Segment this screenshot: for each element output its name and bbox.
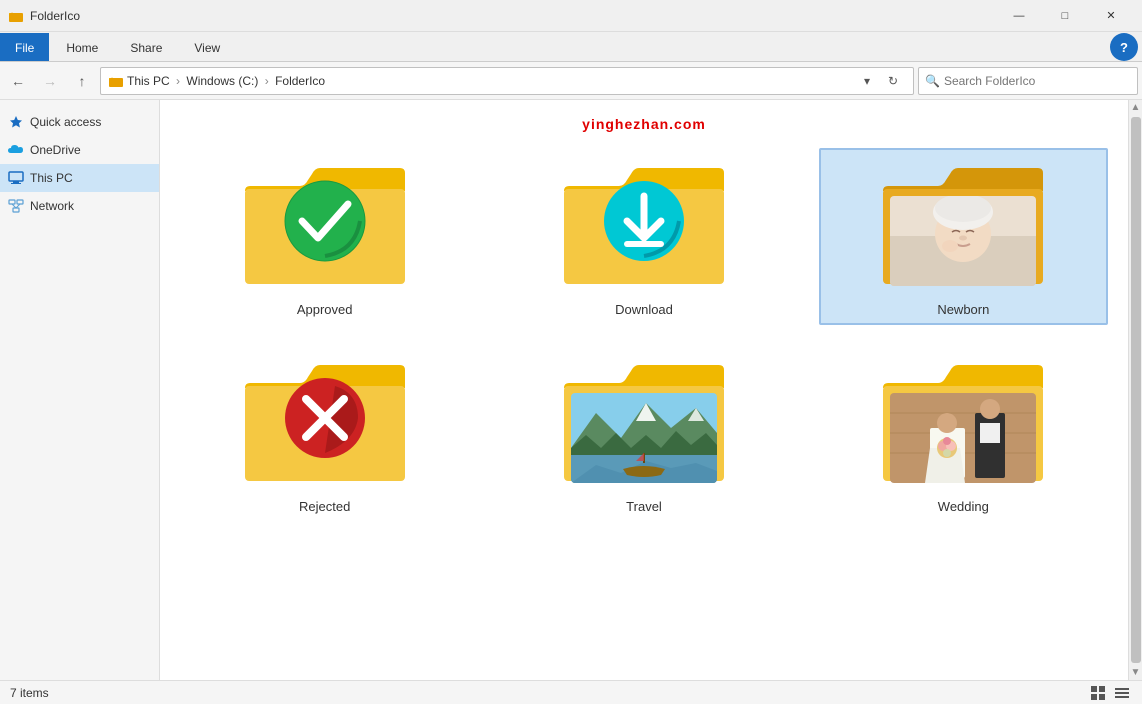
sidebar-item-label: Network bbox=[30, 199, 74, 213]
back-button[interactable]: ← bbox=[4, 67, 32, 95]
folder-label-wedding: Wedding bbox=[938, 499, 989, 514]
app-small-icon bbox=[8, 8, 24, 24]
details-view-button[interactable] bbox=[1112, 683, 1132, 703]
refresh-button[interactable]: ↻ bbox=[881, 69, 905, 93]
maximize-button[interactable]: □ bbox=[1042, 0, 1088, 32]
large-icons-view-button[interactable] bbox=[1088, 683, 1108, 703]
network-icon bbox=[8, 198, 24, 214]
search-box[interactable]: 🔍 bbox=[918, 67, 1138, 95]
folder-label-approved: Approved bbox=[297, 302, 353, 317]
breadcrumb-folder-icon bbox=[109, 74, 123, 88]
scrollbar-track[interactable]: ▲ ▼ bbox=[1128, 100, 1142, 680]
sidebar-item-onedrive[interactable]: OneDrive bbox=[0, 136, 159, 164]
toolbar: ← → ↑ This PC › Windows (C:) › FolderIco… bbox=[0, 62, 1142, 100]
address-bar-actions: ▾ ↻ bbox=[855, 69, 905, 93]
content-area: yinghezhan.com bbox=[160, 100, 1128, 680]
title-bar-icons bbox=[8, 8, 24, 24]
status-bar: 7 items bbox=[0, 680, 1142, 704]
tab-view[interactable]: View bbox=[179, 33, 235, 61]
monitor-icon bbox=[8, 170, 24, 186]
address-bar[interactable]: This PC › Windows (C:) › FolderIco ▾ ↻ bbox=[100, 67, 914, 95]
folder-rejected[interactable]: Rejected bbox=[180, 345, 469, 522]
folder-grid: Approved bbox=[180, 140, 1108, 530]
folder-approved[interactable]: Approved bbox=[180, 148, 469, 325]
minimize-button[interactable]: — bbox=[996, 0, 1042, 32]
folder-label-newborn: Newborn bbox=[937, 302, 989, 317]
folder-download-icon bbox=[559, 156, 729, 296]
download-circle-icon bbox=[599, 176, 689, 266]
search-icon: 🔍 bbox=[925, 74, 940, 88]
travel-photo bbox=[571, 393, 717, 483]
folder-label-travel: Travel bbox=[626, 499, 662, 514]
view-controls bbox=[1088, 683, 1132, 703]
sidebar-item-label: This PC bbox=[30, 171, 73, 185]
sidebar-item-this-pc[interactable]: This PC bbox=[0, 164, 159, 192]
sidebar-item-quick-access[interactable]: Quick access bbox=[0, 108, 159, 136]
folder-wedding[interactable]: Wedding bbox=[819, 345, 1108, 522]
folder-newborn[interactable]: Newborn bbox=[819, 148, 1108, 325]
item-count: 7 items bbox=[10, 686, 49, 700]
tab-share[interactable]: Share bbox=[115, 33, 177, 61]
breadcrumb: This PC › Windows (C:) › FolderIco bbox=[127, 74, 325, 88]
xmark-circle-icon bbox=[280, 373, 370, 463]
folder-download[interactable]: Download bbox=[499, 148, 788, 325]
search-input[interactable] bbox=[944, 74, 1131, 88]
close-button[interactable]: ✕ bbox=[1088, 0, 1134, 32]
cloud-icon bbox=[8, 142, 24, 158]
address-dropdown-button[interactable]: ▾ bbox=[855, 69, 879, 93]
help-button[interactable]: ? bbox=[1110, 33, 1138, 61]
title-bar: FolderIco — □ ✕ bbox=[0, 0, 1142, 32]
tab-home[interactable]: Home bbox=[51, 33, 113, 61]
folder-travel[interactable]: Travel bbox=[499, 345, 788, 522]
wedding-photo bbox=[890, 393, 1036, 483]
star-icon bbox=[8, 114, 24, 130]
forward-button[interactable]: → bbox=[36, 67, 64, 95]
folder-wedding-icon bbox=[878, 353, 1048, 493]
scroll-thumb[interactable] bbox=[1131, 117, 1141, 663]
checkmark-circle-icon bbox=[280, 176, 370, 266]
title-bar-text: FolderIco bbox=[30, 9, 990, 23]
folder-label-download: Download bbox=[615, 302, 673, 317]
folder-travel-icon bbox=[559, 353, 729, 493]
sidebar-item-label: Quick access bbox=[30, 115, 101, 129]
folder-approved-icon bbox=[240, 156, 410, 296]
newborn-photo bbox=[890, 196, 1036, 286]
scroll-up-button[interactable]: ▲ bbox=[1131, 102, 1141, 113]
sidebar: Quick access OneDrive This PC bbox=[0, 100, 160, 680]
watermark: yinghezhan.com bbox=[180, 116, 1108, 132]
sidebar-item-network[interactable]: Network bbox=[0, 192, 159, 220]
folder-label-rejected: Rejected bbox=[299, 499, 350, 514]
up-button[interactable]: ↑ bbox=[68, 67, 96, 95]
sidebar-item-label: OneDrive bbox=[30, 143, 81, 157]
title-bar-controls: — □ ✕ bbox=[996, 0, 1134, 32]
ribbon-tabs: File Home Share View ? bbox=[0, 32, 1142, 62]
main-layout: Quick access OneDrive This PC bbox=[0, 100, 1142, 680]
folder-rejected-icon bbox=[240, 353, 410, 493]
folder-newborn-icon bbox=[878, 156, 1048, 296]
tab-file[interactable]: File bbox=[0, 33, 49, 61]
scroll-down-button[interactable]: ▼ bbox=[1131, 667, 1141, 678]
